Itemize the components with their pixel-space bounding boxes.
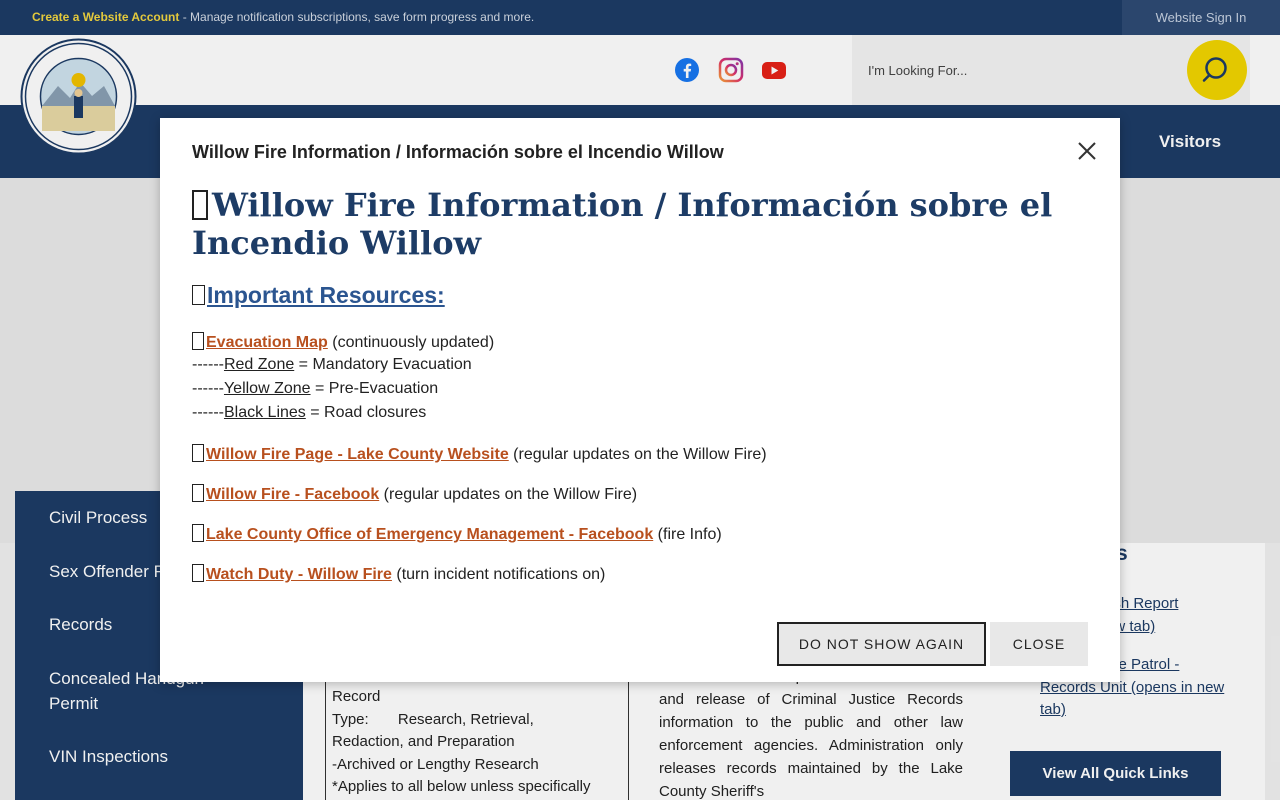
willow-fire-facebook-link[interactable]: Willow Fire - Facebook: [206, 486, 379, 503]
important-resources-link[interactable]: Important Resources:: [207, 282, 445, 308]
black-lines-line: ------Black Lines = Road closures: [192, 404, 427, 421]
oem-facebook-link[interactable]: Lake County Office of Emergency Manageme…: [206, 526, 653, 543]
missing-glyph-icon: [192, 190, 208, 220]
willow-fire-page-line: Willow Fire Page - Lake County Website (…: [192, 444, 767, 464]
black-lines-label: Black Lines: [223, 404, 306, 421]
modal-heading: Willow Fire Information / Información so…: [192, 186, 1053, 262]
evacuation-map-link[interactable]: Evacuation Map: [206, 334, 328, 351]
watch-duty-line: Watch Duty - Willow Fire (turn incident …: [192, 564, 605, 584]
yellow-zone-line: ------Yellow Zone = Pre-Evacuation: [192, 380, 439, 397]
missing-glyph-icon: [192, 444, 204, 462]
red-zone-line: ------Red Zone = Mandatory Evacuation: [192, 356, 472, 373]
watch-duty-link[interactable]: Watch Duty - Willow Fire: [206, 566, 392, 583]
missing-glyph-icon: [192, 285, 205, 305]
close-icon[interactable]: [1076, 140, 1098, 162]
missing-glyph-icon: [192, 332, 204, 350]
red-zone-label: Red Zone: [223, 356, 295, 373]
yellow-zone-label: Yellow Zone: [223, 380, 311, 397]
do-not-show-again-button[interactable]: DO NOT SHOW AGAIN: [777, 622, 986, 666]
modal-title: Willow Fire Information / Información so…: [192, 142, 724, 162]
willow-fire-facebook-line: Willow Fire - Facebook (regular updates …: [192, 484, 637, 504]
important-resources-heading: Important Resources:: [192, 282, 445, 309]
missing-glyph-icon: [192, 524, 204, 542]
willow-fire-modal: Willow Fire Information / Información so…: [160, 118, 1120, 682]
evacuation-map-line: Evacuation Map (continuously updated): [192, 332, 494, 352]
close-button[interactable]: CLOSE: [990, 622, 1088, 666]
missing-glyph-icon: [192, 484, 204, 502]
oem-facebook-line: Lake County Office of Emergency Manageme…: [192, 524, 722, 544]
missing-glyph-icon: [192, 564, 204, 582]
willow-fire-page-link[interactable]: Willow Fire Page - Lake County Website: [206, 446, 509, 463]
